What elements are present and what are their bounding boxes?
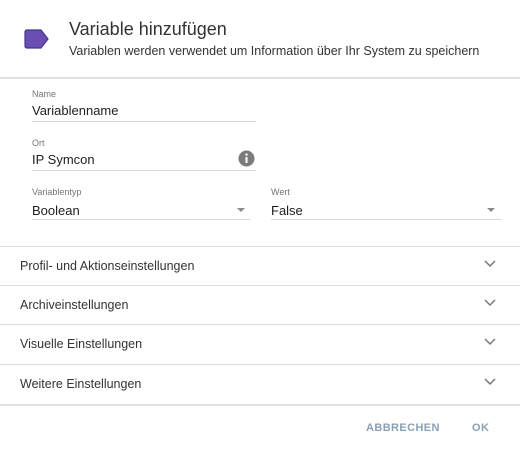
info-icon[interactable] bbox=[238, 150, 255, 167]
location-field[interactable]: Ort IP Symcon bbox=[32, 138, 256, 172]
location-input[interactable]: IP Symcon bbox=[32, 152, 95, 167]
section-label: Visuelle Einstellungen bbox=[20, 337, 143, 351]
section-further-settings[interactable]: Weitere Einstellungen bbox=[0, 364, 520, 403]
header-divider bbox=[0, 77, 520, 79]
name-field[interactable]: Name Variablenname bbox=[32, 89, 256, 123]
section-archive-settings[interactable]: Archiveinstellungen bbox=[0, 285, 520, 324]
chevron-down-icon bbox=[484, 299, 496, 307]
variable-type-value: Boolean bbox=[32, 203, 80, 218]
value-value: False bbox=[271, 203, 303, 218]
cancel-button[interactable]: ABBRECHEN bbox=[366, 422, 440, 434]
variable-type-label: Variablentyp bbox=[32, 187, 82, 197]
section-profile-action-settings[interactable]: Profil- und Aktionseinstellungen bbox=[0, 246, 520, 285]
value-underline bbox=[271, 219, 501, 220]
value-select[interactable]: Wert False bbox=[271, 187, 501, 221]
section-label: Profil- und Aktionseinstellungen bbox=[20, 259, 195, 273]
variable-type-underline bbox=[32, 219, 250, 220]
chevron-down-icon bbox=[484, 378, 496, 386]
location-label: Ort bbox=[32, 138, 45, 148]
section-label: Weitere Einstellungen bbox=[20, 377, 142, 391]
dialog-subtitle: Variablen werden verwendet um Informatio… bbox=[69, 44, 480, 58]
chevron-down-icon bbox=[484, 338, 496, 346]
dialog-title: Variable hinzufügen bbox=[69, 19, 227, 39]
chevron-down-icon[interactable] bbox=[237, 208, 245, 212]
name-input[interactable]: Variablenname bbox=[32, 103, 118, 118]
dialog-header: Variable hinzufügen Variablen werden ver… bbox=[0, 0, 520, 78]
sections-divider bbox=[0, 404, 520, 406]
chevron-down-icon bbox=[484, 260, 496, 268]
name-label: Name bbox=[32, 89, 57, 99]
ok-button[interactable]: OK bbox=[472, 422, 489, 434]
variable-tag-icon bbox=[24, 29, 49, 49]
name-underline bbox=[32, 121, 256, 122]
location-underline bbox=[32, 170, 256, 171]
variable-type-select[interactable]: Variablentyp Boolean bbox=[32, 187, 250, 221]
value-label: Wert bbox=[271, 187, 290, 197]
chevron-down-icon[interactable] bbox=[487, 208, 495, 212]
section-visual-settings[interactable]: Visuelle Einstellungen bbox=[0, 324, 520, 363]
section-label: Archiveinstellungen bbox=[20, 298, 129, 312]
